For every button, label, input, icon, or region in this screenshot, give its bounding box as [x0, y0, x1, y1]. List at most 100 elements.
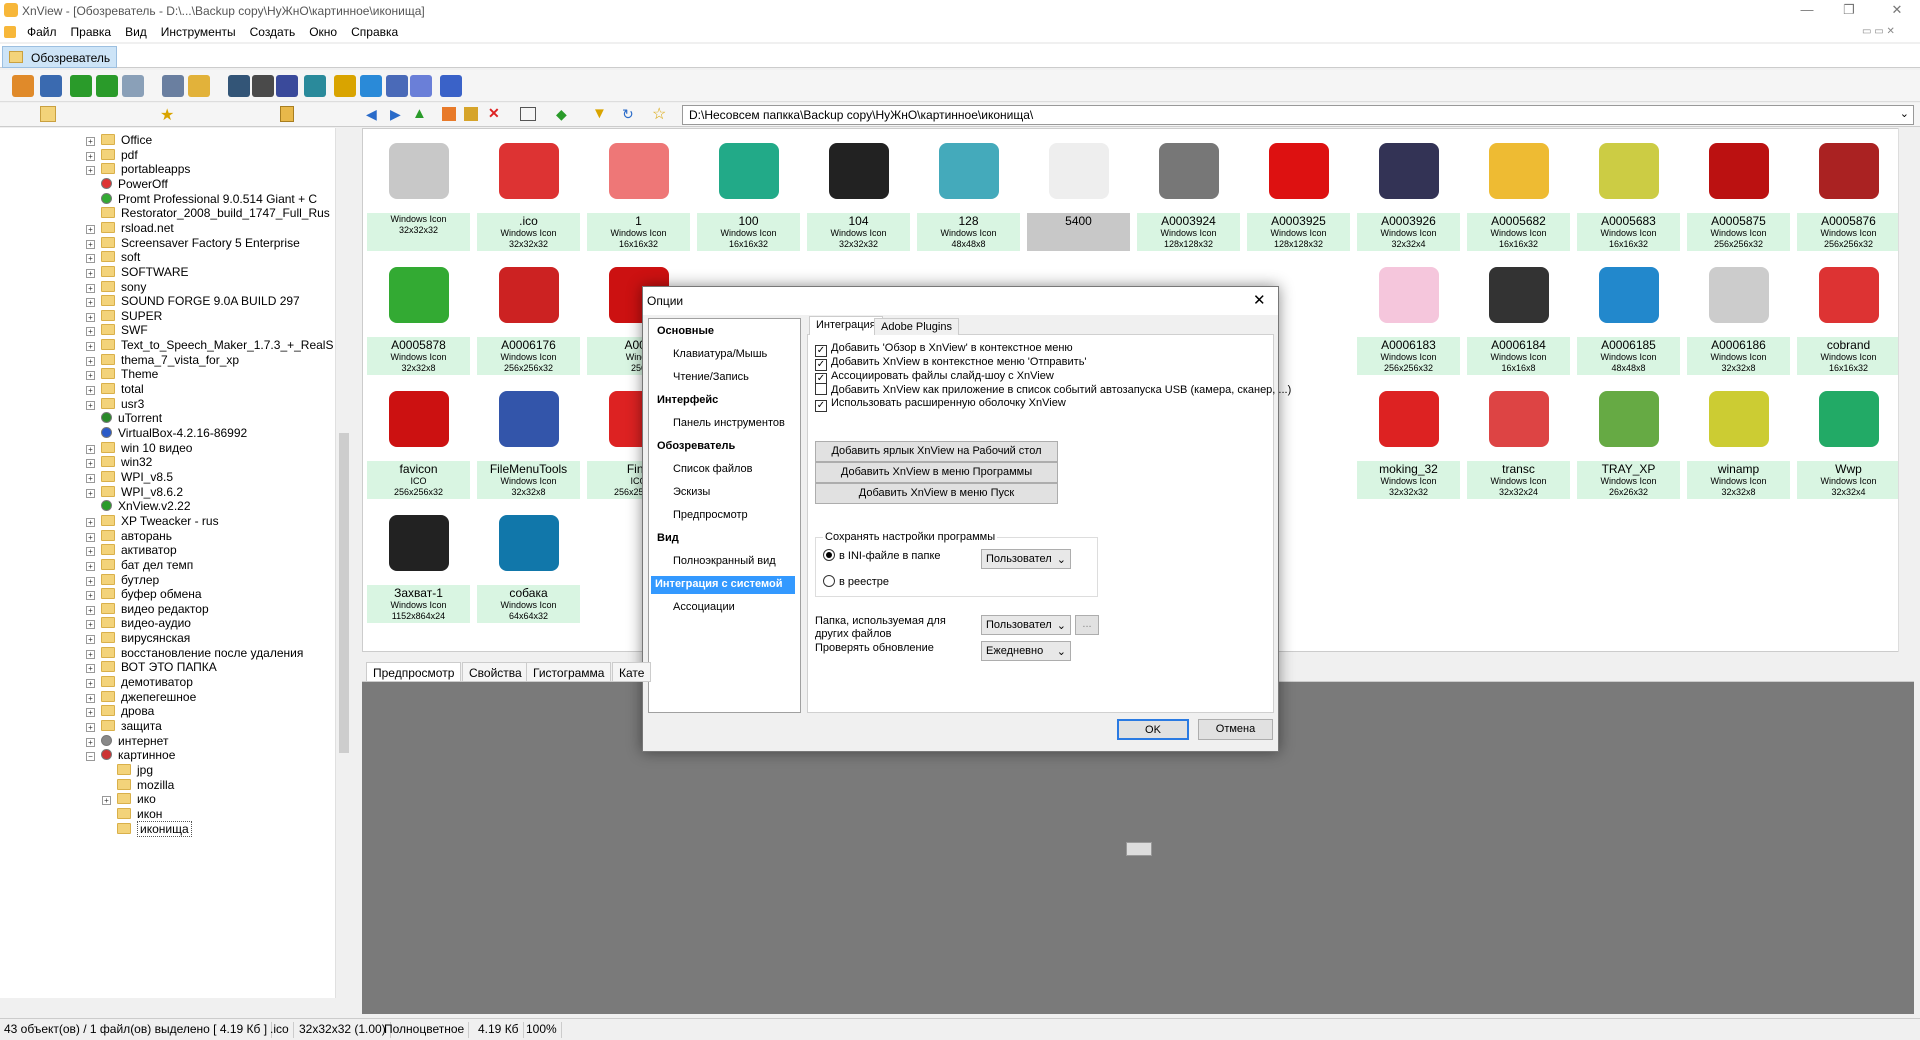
thumbnail[interactable]: cobrand Windows Icon 16x16x32 — [1797, 259, 1900, 377]
menu-item-6[interactable]: Справка — [344, 22, 405, 42]
integration-checkbox-1[interactable]: ✓ Добавить XnView в контекстное меню 'Отп… — [815, 356, 1087, 371]
folder-tree[interactable]: + Office + pdf + portableapps PowerOff Promt Pr… — [0, 128, 352, 998]
options-category-11[interactable]: Интеграция с системой — [651, 576, 795, 594]
minimize-icon[interactable]: — — [1796, 2, 1818, 20]
thumbnail[interactable]: Захват-1 Windows Icon 1152x864x24 — [367, 507, 470, 625]
integration-checkbox-3[interactable]: Добавить XnView как приложение в список … — [815, 383, 1291, 397]
checkbox-box[interactable]: ✓ — [815, 400, 827, 412]
refresh-icon[interactable]: ↻ — [622, 106, 634, 123]
preview-tab-3[interactable]: Кате — [612, 662, 652, 682]
thumbnail[interactable]: Wwp Windows Icon 32x32x4 — [1797, 383, 1900, 501]
view-mode-icon[interactable] — [520, 107, 536, 121]
toolbar-icon-4[interactable] — [122, 75, 144, 97]
toolbar-icon-5[interactable] — [162, 75, 184, 97]
options-category-5[interactable]: Обозреватель — [653, 438, 739, 456]
thumbnail[interactable]: A0006184 Windows Icon 16x16x8 — [1467, 259, 1570, 377]
tree-item[interactable]: иконища — [102, 820, 192, 840]
tree-expander[interactable]: + — [86, 517, 95, 527]
ok-button[interactable]: OK — [1117, 719, 1189, 740]
thumbnail[interactable]: winamp Windows Icon 32x32x8 — [1687, 383, 1790, 501]
move-icon[interactable] — [464, 107, 478, 121]
tab-browser[interactable]: Обозреватель — [2, 46, 117, 68]
thumbnail[interactable]: A0005875 Windows Icon 256x256x32 — [1687, 135, 1790, 253]
options-category-list[interactable]: Основные Клавиатура/Мышь Чтение/Запись Инте… — [648, 318, 801, 713]
toolbar-icon-15[interactable] — [440, 75, 462, 97]
options-category-7[interactable]: Эскизы — [669, 484, 714, 502]
categories-panel-icon[interactable] — [280, 106, 294, 122]
integration-checkbox-4[interactable]: ✓ Использовать расширенную оболочку XnVie… — [815, 397, 1066, 412]
tree-expander[interactable]: + — [86, 327, 95, 337]
options-category-0[interactable]: Основные — [653, 323, 718, 341]
toolbar-icon-1[interactable] — [40, 75, 62, 97]
tree-expander[interactable]: + — [86, 283, 95, 293]
browse-button[interactable]: ... — [1075, 615, 1099, 635]
tree-expander[interactable]: + — [86, 312, 95, 322]
toolbar-icon-6[interactable] — [188, 75, 210, 97]
options-category-12[interactable]: Ассоциации — [669, 599, 739, 617]
toolbar-icon-2[interactable] — [70, 75, 92, 97]
options-category-2[interactable]: Чтение/Запись — [669, 369, 753, 387]
menu-item-3[interactable]: Инструменты — [154, 22, 243, 42]
thumbnail[interactable]: A0003924 Windows Icon 128x128x32 — [1137, 135, 1240, 253]
delete-icon[interactable]: ✕ — [488, 105, 500, 122]
thumbnail[interactable]: A0005682 Windows Icon 16x16x32 — [1467, 135, 1570, 253]
tree-expander[interactable]: + — [86, 400, 95, 410]
cancel-button[interactable]: Отмена — [1198, 719, 1273, 740]
thumbnail[interactable]: favicon ICO 256x256x32 — [367, 383, 470, 501]
tree-expander[interactable]: + — [86, 254, 95, 264]
tree-expander[interactable]: + — [86, 635, 95, 645]
tree-expander[interactable]: + — [86, 239, 95, 249]
tree-expander[interactable]: + — [86, 224, 95, 234]
update-frequency-select[interactable]: Ежедневно ⌄ — [981, 641, 1071, 661]
toolbar-icon-11[interactable] — [334, 75, 356, 97]
options-tab-1[interactable]: Adobe Plugins — [874, 318, 959, 335]
other-files-folder-select[interactable]: Пользовател ⌄ — [981, 615, 1071, 635]
child-window-controls[interactable]: ▭ ▭ ✕ — [1862, 26, 1895, 37]
thumbnail[interactable]: A0006183 Windows Icon 256x256x32 — [1357, 259, 1460, 377]
thumbnail[interactable]: 128 Windows Icon 48x48x8 — [917, 135, 1020, 253]
tree-expander[interactable]: + — [86, 532, 95, 542]
tree-expander[interactable]: + — [86, 166, 95, 176]
toolbar-icon-7[interactable] — [228, 75, 250, 97]
tree-expander[interactable]: + — [86, 386, 95, 396]
menu-item-1[interactable]: Правка — [64, 22, 119, 42]
preview-tab-0[interactable]: Предпросмотр — [366, 662, 462, 682]
sort-icon[interactable]: ◆ — [556, 106, 567, 123]
tree-expander[interactable]: + — [86, 737, 95, 747]
tree-expander[interactable]: + — [86, 356, 95, 366]
filter-icon[interactable]: ▼ — [592, 105, 607, 122]
thumbnail[interactable]: FileMenuTools Windows Icon 32x32x8 — [477, 383, 580, 501]
toolbar-icon-13[interactable] — [386, 75, 408, 97]
thumbnail[interactable]: TRAY_XP Windows Icon 26x26x32 — [1577, 383, 1680, 501]
menu-item-5[interactable]: Окно — [302, 22, 344, 42]
up-icon[interactable]: ▲ — [412, 105, 427, 122]
radio-registry-dot[interactable] — [823, 575, 835, 587]
tree-expander[interactable]: + — [86, 488, 95, 498]
toolbar-icon-0[interactable] — [12, 75, 34, 97]
thumbs-scrollbar[interactable] — [1898, 128, 1914, 652]
folders-panel-icon[interactable] — [40, 106, 56, 122]
options-category-10[interactable]: Полноэкранный вид — [669, 553, 780, 571]
thumbnail[interactable]: 104 Windows Icon 32x32x32 — [807, 135, 910, 253]
tree-expander[interactable]: + — [102, 796, 111, 806]
toolbar-icon-3[interactable] — [96, 75, 118, 97]
add-favorite-icon[interactable]: ☆ — [652, 104, 666, 124]
integration-checkbox-2[interactable]: ✓ Ассоциировать файлы слайд-шоу с XnView — [815, 370, 1054, 385]
thumbnail[interactable]: A0003926 Windows Icon 32x32x4 — [1357, 135, 1460, 253]
menu-item-0[interactable]: Файл — [20, 22, 64, 42]
tree-expander[interactable]: + — [86, 576, 95, 586]
tree-expander[interactable]: + — [86, 444, 95, 454]
toolbar-icon-8[interactable] — [252, 75, 274, 97]
thumbnail[interactable]: A0006176 Windows Icon 256x256x32 — [477, 259, 580, 377]
thumbnail[interactable]: A0005876 Windows Icon 256x256x32 — [1797, 135, 1900, 253]
close-icon[interactable]: ✕ — [1886, 2, 1908, 20]
tree-scroll-thumb[interactable] — [339, 433, 349, 753]
tree-expander[interactable]: + — [86, 620, 95, 630]
dialog-close-icon[interactable]: ✕ — [1253, 291, 1266, 309]
tree-scrollbar[interactable] — [335, 128, 352, 998]
integration-button-2[interactable]: Добавить XnView в меню Пуск — [815, 483, 1058, 504]
toolbar-icon-9[interactable] — [276, 75, 298, 97]
options-category-4[interactable]: Панель инструментов — [669, 415, 789, 433]
options-category-1[interactable]: Клавиатура/Мышь — [669, 346, 771, 364]
options-category-8[interactable]: Предпросмотр — [669, 507, 752, 525]
